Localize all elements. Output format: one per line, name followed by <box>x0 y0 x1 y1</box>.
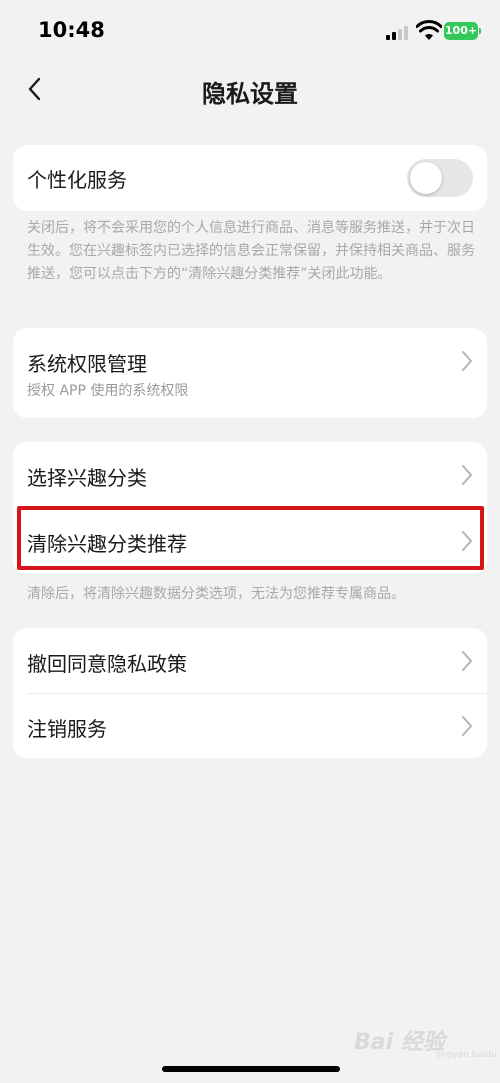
personalization-toggle[interactable] <box>407 159 473 197</box>
revoke-policy-label: 撤回同意隐私政策 <box>27 652 187 676</box>
battery-tip <box>479 28 481 34</box>
cancel-service-label: 注销服务 <box>27 717 107 741</box>
interest-description: 清除后，将清除兴趣数据分类选项，无法为您推荐专属商品。 <box>27 586 405 602</box>
chevron-right-icon <box>462 716 472 736</box>
clear-interest-row[interactable]: 清除兴趣分类推荐 <box>13 508 487 574</box>
chevron-right-icon <box>462 531 472 551</box>
wifi-icon <box>416 20 442 40</box>
policy-card: 撤回同意隐私政策 注销服务 <box>13 628 487 758</box>
personalization-label: 个性化服务 <box>27 168 127 192</box>
chevron-right-icon <box>462 351 472 371</box>
system-permission-card[interactable]: 系统权限管理 授权 APP 使用的系统权限 <box>13 328 487 418</box>
personalization-row: 个性化服务 <box>13 145 487 211</box>
status-bar: 10:48 100+ <box>0 0 500 62</box>
interest-card: 选择兴趣分类 清除兴趣分类推荐 <box>13 442 487 574</box>
home-indicator[interactable] <box>162 1066 340 1072</box>
chevron-right-icon <box>462 651 472 671</box>
cellular-signal-icon <box>386 24 410 40</box>
chevron-right-icon <box>462 465 472 485</box>
cancel-service-row[interactable]: 注销服务 <box>13 693 487 758</box>
revoke-policy-row[interactable]: 撤回同意隐私政策 <box>13 628 487 693</box>
status-time: 10:48 <box>38 18 105 42</box>
watermark: Bai 经验 <box>354 1030 445 1055</box>
select-interest-label: 选择兴趣分类 <box>27 466 147 490</box>
battery-icon: 100+ <box>444 22 478 40</box>
watermark-url: jingyan.baidu.com <box>436 1050 500 1060</box>
personalization-description: 关闭后，将不会采用您的个人信息进行商品、消息等服务推送，并于次日生效。您在兴趣标… <box>27 220 475 282</box>
navigation-bar: 隐私设置 <box>0 62 500 118</box>
toggle-knob <box>410 162 442 194</box>
select-interest-row[interactable]: 选择兴趣分类 <box>13 442 487 508</box>
system-permission-label: 系统权限管理 <box>27 352 147 376</box>
system-permission-row[interactable]: 系统权限管理 授权 APP 使用的系统权限 <box>13 328 487 418</box>
personalization-card: 个性化服务 <box>13 145 487 211</box>
system-permission-subtitle: 授权 APP 使用的系统权限 <box>27 383 189 399</box>
page-title: 隐私设置 <box>202 80 298 108</box>
clear-interest-label: 清除兴趣分类推荐 <box>27 532 187 556</box>
